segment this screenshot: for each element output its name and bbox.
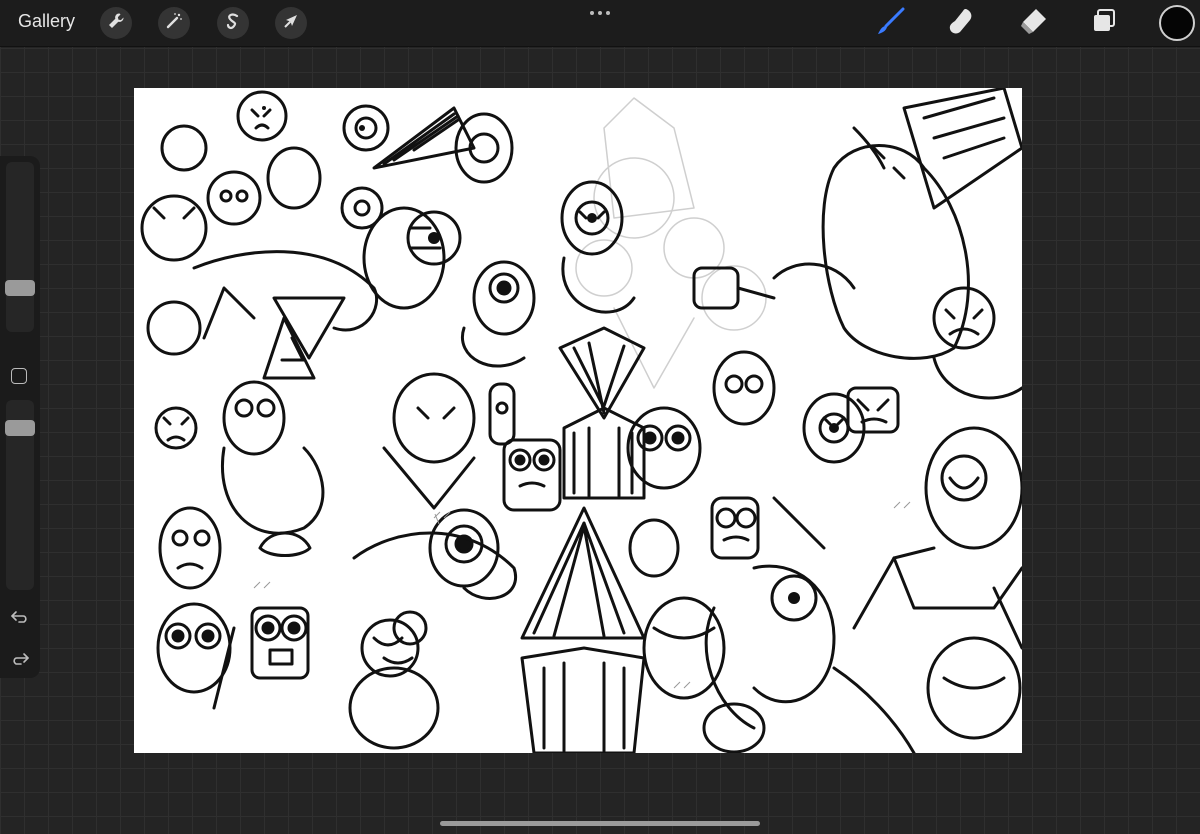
opacity-slider-thumb[interactable] (5, 420, 35, 436)
more-options-button[interactable] (588, 8, 612, 18)
wrench-icon (107, 12, 125, 35)
modify-button[interactable] (11, 368, 27, 384)
brush-tool-button[interactable] (874, 6, 908, 40)
undo-icon (9, 611, 31, 632)
smudge-tool-button[interactable] (944, 6, 978, 40)
smudge-finger-icon (946, 6, 976, 41)
gallery-button[interactable]: Gallery (18, 11, 75, 32)
transform-button[interactable] (275, 7, 307, 39)
color-picker-button[interactable] (1159, 5, 1195, 41)
brush-size-slider[interactable] (5, 162, 35, 332)
ellipsis-icon (590, 11, 594, 15)
brush-icon (876, 6, 906, 41)
layers-button[interactable] (1087, 6, 1121, 40)
adjustments-button[interactable] (158, 7, 190, 39)
opacity-slider[interactable] (5, 400, 35, 590)
drawing-canvas[interactable] (134, 88, 1022, 753)
selection-s-icon (224, 12, 242, 35)
magic-wand-icon (165, 12, 183, 35)
line-art-drawing (140, 88, 1022, 753)
redo-button[interactable] (9, 648, 31, 670)
top-toolbar: Gallery (0, 0, 1200, 46)
brush-size-slider-thumb[interactable] (5, 280, 35, 296)
selection-button[interactable] (217, 7, 249, 39)
layers-icon (1089, 6, 1119, 41)
eraser-tool-button[interactable] (1016, 6, 1050, 40)
undo-button[interactable] (9, 606, 31, 628)
arrow-cursor-icon (282, 12, 300, 35)
left-sidebar (0, 156, 40, 678)
redo-icon (9, 653, 31, 674)
eraser-icon (1018, 6, 1048, 41)
home-indicator (440, 821, 760, 826)
actions-button[interactable] (100, 7, 132, 39)
